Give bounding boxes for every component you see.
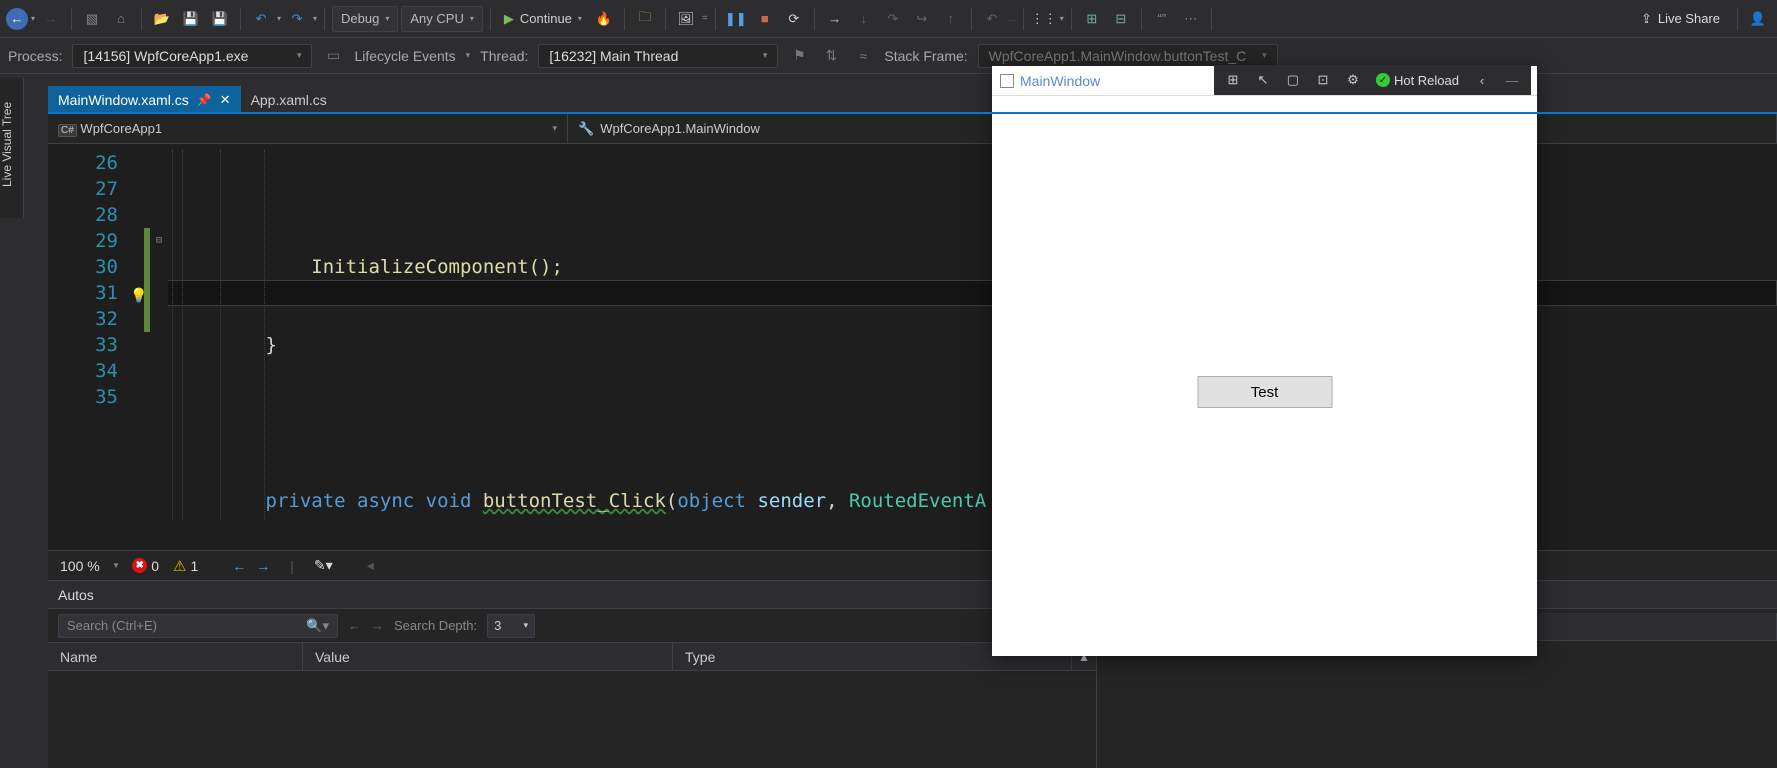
xaml-debug-toolbar: ⊞ ↖ ▢ ⊡ ⚙ ✓Hot Reload ‹ — [1214,65,1531,95]
lightbulb-icon[interactable]: 💡 [130,283,147,309]
nav-back-icon[interactable]: ← [348,618,361,633]
autos-search-input[interactable]: Search (Ctrl+E) 🔍▾ [58,614,338,638]
save-all-icon[interactable]: 💾 [207,6,233,32]
line-number-gutter: 26 27 28 29 30 31 32 33 34 35 💡 [48,144,144,550]
comment-icon[interactable]: “” [1149,6,1175,32]
error-count[interactable]: ✖0 [132,558,159,574]
tab-mainwindow[interactable]: MainWindow.xaml.cs 📌 ✕ [48,86,241,114]
live-share-button[interactable]: ⇪Live Share [1631,11,1730,27]
continue-button[interactable]: ▶Continue▾ [498,6,588,32]
platform-dropdown[interactable]: Any CPU▾ [401,6,482,32]
hot-reload-indicator[interactable]: ✓Hot Reload [1370,73,1465,88]
flag-icon[interactable]: ⚑ [788,47,810,64]
tab-label: App.xaml.cs [251,92,327,108]
redo-icon[interactable]: ↷ [284,6,310,32]
live-visual-tree-tab[interactable]: Live Visual Tree [0,78,24,218]
col-value[interactable]: Value [303,643,673,670]
main-toolbar: ← ▾ → ▧ ⌂ 📂 💾 💾 ↶ ▾ ↷ ▾ Debug▾ Any CPU▾ … [0,0,1777,38]
breadcrumb-project[interactable]: C# WpfCoreApp1 ▾ [48,114,568,143]
lifecycle-label[interactable]: Lifecycle Events [354,48,455,64]
child-title-text: MainWindow [1020,73,1100,89]
threads-icon[interactable]: ≈ [852,48,874,64]
lifecycle-icon[interactable]: ▭ [322,47,344,64]
image-icon[interactable]: 🖼 [673,6,699,32]
search-depth-input[interactable]: 3▾ [487,614,535,638]
layout1-icon[interactable]: ⊞ [1079,6,1105,32]
child-window-body: Test [992,96,1537,656]
layout2-icon[interactable]: ⊟ [1108,6,1134,32]
visual-tree-icon[interactable]: ⊞ [1220,69,1246,91]
settings-icon[interactable]: ⚙ [1340,69,1366,91]
layout-adorner-icon[interactable]: ▢ [1280,69,1306,91]
thread-dropdown[interactable]: [16232] Main Thread▾ [538,44,778,68]
warning-count[interactable]: ⚠1 [173,557,198,575]
undo-icon[interactable]: ↶ [248,6,274,32]
intellisense-icon[interactable]: ⋮⋮ [1031,6,1057,32]
test-button[interactable]: Test [1197,376,1332,408]
track-focus-icon[interactable]: ⊡ [1310,69,1336,91]
open-icon[interactable]: 📂 [149,6,175,32]
show-next-icon[interactable]: ↓ [851,6,877,32]
stackframe-label: Stack Frame: [884,48,967,64]
new-item-icon[interactable]: ▧ [79,6,105,32]
minimize-icon[interactable]: — [1499,69,1525,91]
tab-appxaml[interactable]: App.xaml.cs [241,86,337,114]
tab-label: MainWindow.xaml.cs [58,92,189,108]
search-icon[interactable]: 🔍▾ [306,618,329,634]
select-element-icon[interactable]: ↖ [1250,69,1276,91]
fold-gutter[interactable]: ⊟ [150,144,168,550]
running-app-window[interactable]: MainWindow ⊞ ↖ ▢ ⊡ ⚙ ✓Hot Reload ‹ — Tes… [992,66,1537,656]
next-issue-icon[interactable]: → [256,558,270,574]
restart-icon[interactable]: ⟳ [781,6,807,32]
nav-forward-icon: → [38,6,64,32]
pen-icon[interactable]: ✎▾ [314,557,333,574]
active-tab-indicator [48,112,1777,114]
account-icon[interactable]: 👤 [1745,6,1771,32]
step-into-return-icon[interactable]: → [822,6,848,32]
process-dropdown[interactable]: [14156] WpfCoreApp1.exe▾ [72,44,312,68]
process-label: Process: [8,48,62,64]
stop-icon[interactable]: ■ [752,6,778,32]
nav-back-icon[interactable]: ← [6,8,28,30]
thread-label: Thread: [480,48,528,64]
col-name[interactable]: Name [48,643,303,670]
step-into-icon[interactable]: ↷ [880,6,906,32]
stackframe-dropdown[interactable]: WpfCoreApp1.MainWindow.buttonTest_C▾ [978,44,1278,68]
nav-fwd-icon[interactable]: → [371,618,384,633]
pause-icon[interactable]: ❚❚ [723,6,749,32]
zoom-label[interactable]: 100 % [60,558,100,574]
autos-columns: Name Value Type ▴ [48,643,1096,671]
collapse-icon[interactable]: ‹ [1469,69,1495,91]
hot-reload-icon[interactable]: 🔥 [591,6,617,32]
autos-title: Autos [58,587,94,603]
uncomment-icon[interactable]: ⋯ [1178,6,1204,32]
home-icon[interactable]: ⌂ [108,6,134,32]
close-icon[interactable]: ✕ [220,92,231,108]
step-over-icon[interactable]: ↪ [909,6,935,32]
step-out-icon[interactable]: ↑ [938,6,964,32]
config-dropdown[interactable]: Debug▾ [332,6,398,32]
pin-icon[interactable]: 📌 [197,93,212,107]
depth-label: Search Depth: [394,618,477,633]
filter-icon[interactable]: ⇅ [820,47,842,64]
browse-icon[interactable]: 🗀 [632,6,658,32]
prev-issue-icon[interactable]: ← [232,558,246,574]
app-icon [1000,74,1014,88]
save-icon[interactable]: 💾 [178,6,204,32]
autos-panel: Autos ▾ 📌 ✕ Search (Ctrl+E) 🔍▾ ← → Searc… [48,580,1097,768]
undo2-icon[interactable]: ↶ [979,6,1005,32]
